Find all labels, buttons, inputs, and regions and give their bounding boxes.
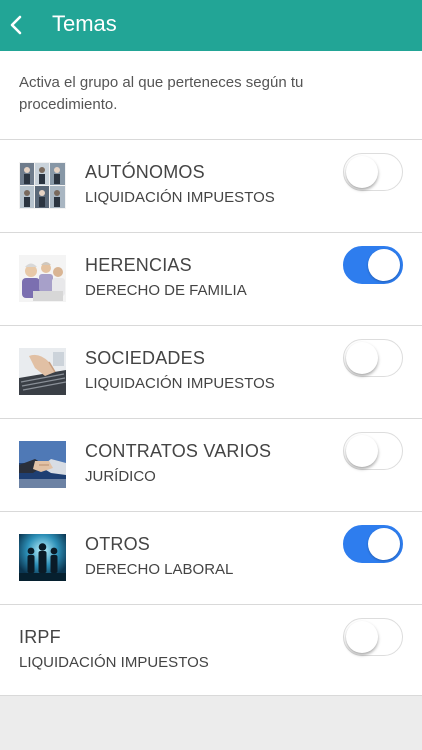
item-subtitle: DERECHO LABORAL xyxy=(85,561,234,578)
toggle-knob xyxy=(346,435,378,467)
item-subtitle: LIQUIDACIÓN IMPUESTOS xyxy=(85,375,275,392)
toggle-autonomos[interactable] xyxy=(343,153,403,191)
toggle-knob xyxy=(368,249,400,281)
topics-list: Activa el grupo al que perteneces según … xyxy=(0,51,422,696)
family-meeting-thumbnail xyxy=(19,255,66,302)
item-title: CONTRATOS VARIOS xyxy=(85,441,272,461)
list-item-otros: OTROS DERECHO LABORAL xyxy=(0,511,422,604)
toggle-knob xyxy=(346,156,378,188)
toggle-herencias[interactable] xyxy=(343,246,403,284)
toggle-knob xyxy=(346,342,378,374)
business-people-collage-thumbnail xyxy=(19,162,66,209)
toggle-otros[interactable] xyxy=(343,525,403,563)
toggle-knob xyxy=(346,621,378,653)
toggle-contratos-varios[interactable] xyxy=(343,432,403,470)
list-item-contratos-varios: CONTRATOS VARIOS JURÍDICO xyxy=(0,418,422,511)
item-title: SOCIEDADES xyxy=(85,348,206,368)
page-title: Temas xyxy=(52,11,117,36)
chevron-left-icon[interactable] xyxy=(4,7,28,43)
toggle-irpf[interactable] xyxy=(343,618,403,656)
keyboard-typing-thumbnail xyxy=(19,348,67,395)
top-bar: Temas xyxy=(0,0,422,51)
item-title: OTROS xyxy=(85,534,151,554)
item-title: HERENCIAS xyxy=(85,255,192,275)
item-title: AUTÓNOMOS xyxy=(85,162,205,182)
item-subtitle: JURÍDICO xyxy=(85,468,156,485)
intro-text: Activa el grupo al que perteneces según … xyxy=(19,74,304,113)
list-item-sociedades: SOCIEDADES LIQUIDACIÓN IMPUESTOS xyxy=(0,325,422,418)
list-item-irpf: IRPF LIQUIDACIÓN IMPUESTOS xyxy=(0,604,422,696)
item-subtitle: LIQUIDACIÓN IMPUESTOS xyxy=(19,654,209,671)
toggle-sociedades[interactable] xyxy=(343,339,403,377)
item-subtitle: LIQUIDACIÓN IMPUESTOS xyxy=(85,189,275,206)
handshake-thumbnail xyxy=(19,441,66,488)
business-team-silhouettes-thumbnail xyxy=(19,534,66,581)
list-item-autonomos: AUTÓNOMOS LIQUIDACIÓN IMPUESTOS xyxy=(0,139,422,232)
list-item-herencias: HERENCIAS DERECHO DE FAMILIA xyxy=(0,232,422,325)
item-title: IRPF xyxy=(19,627,61,647)
item-subtitle: DERECHO DE FAMILIA xyxy=(85,282,247,299)
toggle-knob xyxy=(368,528,400,560)
